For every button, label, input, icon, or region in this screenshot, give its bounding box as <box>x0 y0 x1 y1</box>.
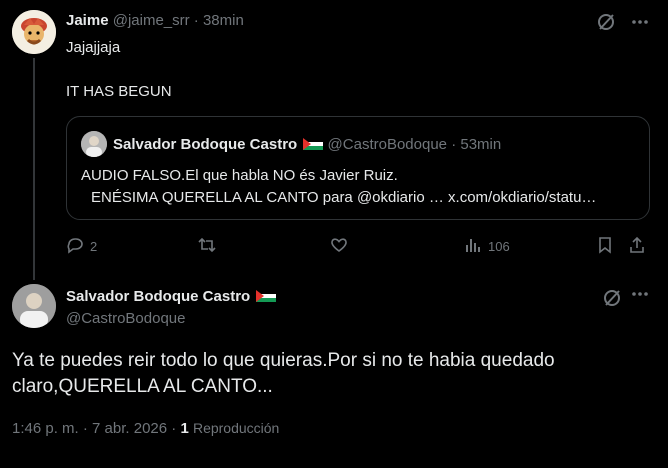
quote-text: AUDIO FALSO.El que habla NO és Javier Ru… <box>81 165 596 209</box>
views-button[interactable]: 106 <box>464 236 510 257</box>
reply-actions: 2 106 <box>66 236 650 258</box>
views-label: Reproducción <box>192 420 280 436</box>
author-name[interactable]: Jaime <box>66 12 109 29</box>
main-tweet-text: Ya te puedes reir todo lo que quieras.Po… <box>12 350 555 397</box>
share-button[interactable] <box>628 236 646 257</box>
views-icon <box>464 236 482 257</box>
reply-header: Jaime @jaime_srr · 38min <box>66 12 244 29</box>
bookmark-icon <box>596 236 614 257</box>
tweet-timestamp[interactable]: 1:46 p. m. · 7 abr. 2026 · <box>12 420 176 437</box>
quote-line2: ENÉSIMA QUERELLA AL CANTO para @okdiario… <box>91 189 597 206</box>
more-icon[interactable] <box>630 284 650 309</box>
reply-count: 2 <box>90 239 98 254</box>
retweet-icon <box>198 236 216 257</box>
reply-top-icons <box>596 12 650 36</box>
tweet-time[interactable]: · 38min <box>194 12 244 29</box>
views-count: 106 <box>488 239 510 254</box>
thread-line <box>33 58 35 280</box>
author-handle[interactable]: @jaime_srr <box>113 12 190 29</box>
flag-icon <box>301 136 327 153</box>
retweet-button[interactable] <box>198 236 222 257</box>
like-button[interactable] <box>330 236 354 257</box>
author-name-text[interactable]: Salvador Bodoque Castro <box>66 288 250 305</box>
author-name[interactable]: Salvador Bodoque Castro <box>66 288 277 305</box>
more-icon[interactable] <box>630 12 650 36</box>
quote-author-handle[interactable]: @CastroBodoque <box>328 136 447 153</box>
like-icon <box>330 236 348 257</box>
quote-header: Salvador Bodoque Castro @CastroBodoque ·… <box>113 136 501 153</box>
reply-text-line1: Jajajjaja <box>66 39 121 56</box>
quote-author-name[interactable]: Salvador Bodoque Castro <box>113 136 297 153</box>
views-count: 1 <box>180 420 189 437</box>
flag-icon <box>254 288 277 305</box>
quote-time[interactable]: · 53min <box>451 136 501 153</box>
share-icon <box>628 236 646 257</box>
reply-text: Jajajjaja IT HAS BEGUN <box>66 38 172 102</box>
grok-icon[interactable] <box>596 12 616 36</box>
quote-avatar[interactable] <box>81 131 107 157</box>
avatar[interactable] <box>12 10 56 54</box>
grok-icon[interactable] <box>602 288 622 313</box>
author-handle[interactable]: @CastroBodoque <box>66 310 185 327</box>
avatar[interactable] <box>12 284 56 328</box>
reply-tweet[interactable]: Jaime @jaime_srr · 38min Jajajjaja IT HA… <box>0 0 668 280</box>
tweet-meta: 1:46 p. m. · 7 abr. 2026 · 1 Reproducció… <box>12 420 279 437</box>
quote-line1: AUDIO FALSO.El que habla NO és Javier Ru… <box>81 167 398 184</box>
main-tweet[interactable]: Salvador Bodoque Castro @CastroBodoque Y… <box>0 280 668 468</box>
reply-icon <box>66 236 84 257</box>
bookmark-button[interactable] <box>596 236 614 257</box>
reply-text-line2: IT HAS BEGUN <box>66 83 172 100</box>
quoted-tweet[interactable]: Salvador Bodoque Castro @CastroBodoque ·… <box>66 116 650 220</box>
reply-button[interactable]: 2 <box>66 236 97 257</box>
